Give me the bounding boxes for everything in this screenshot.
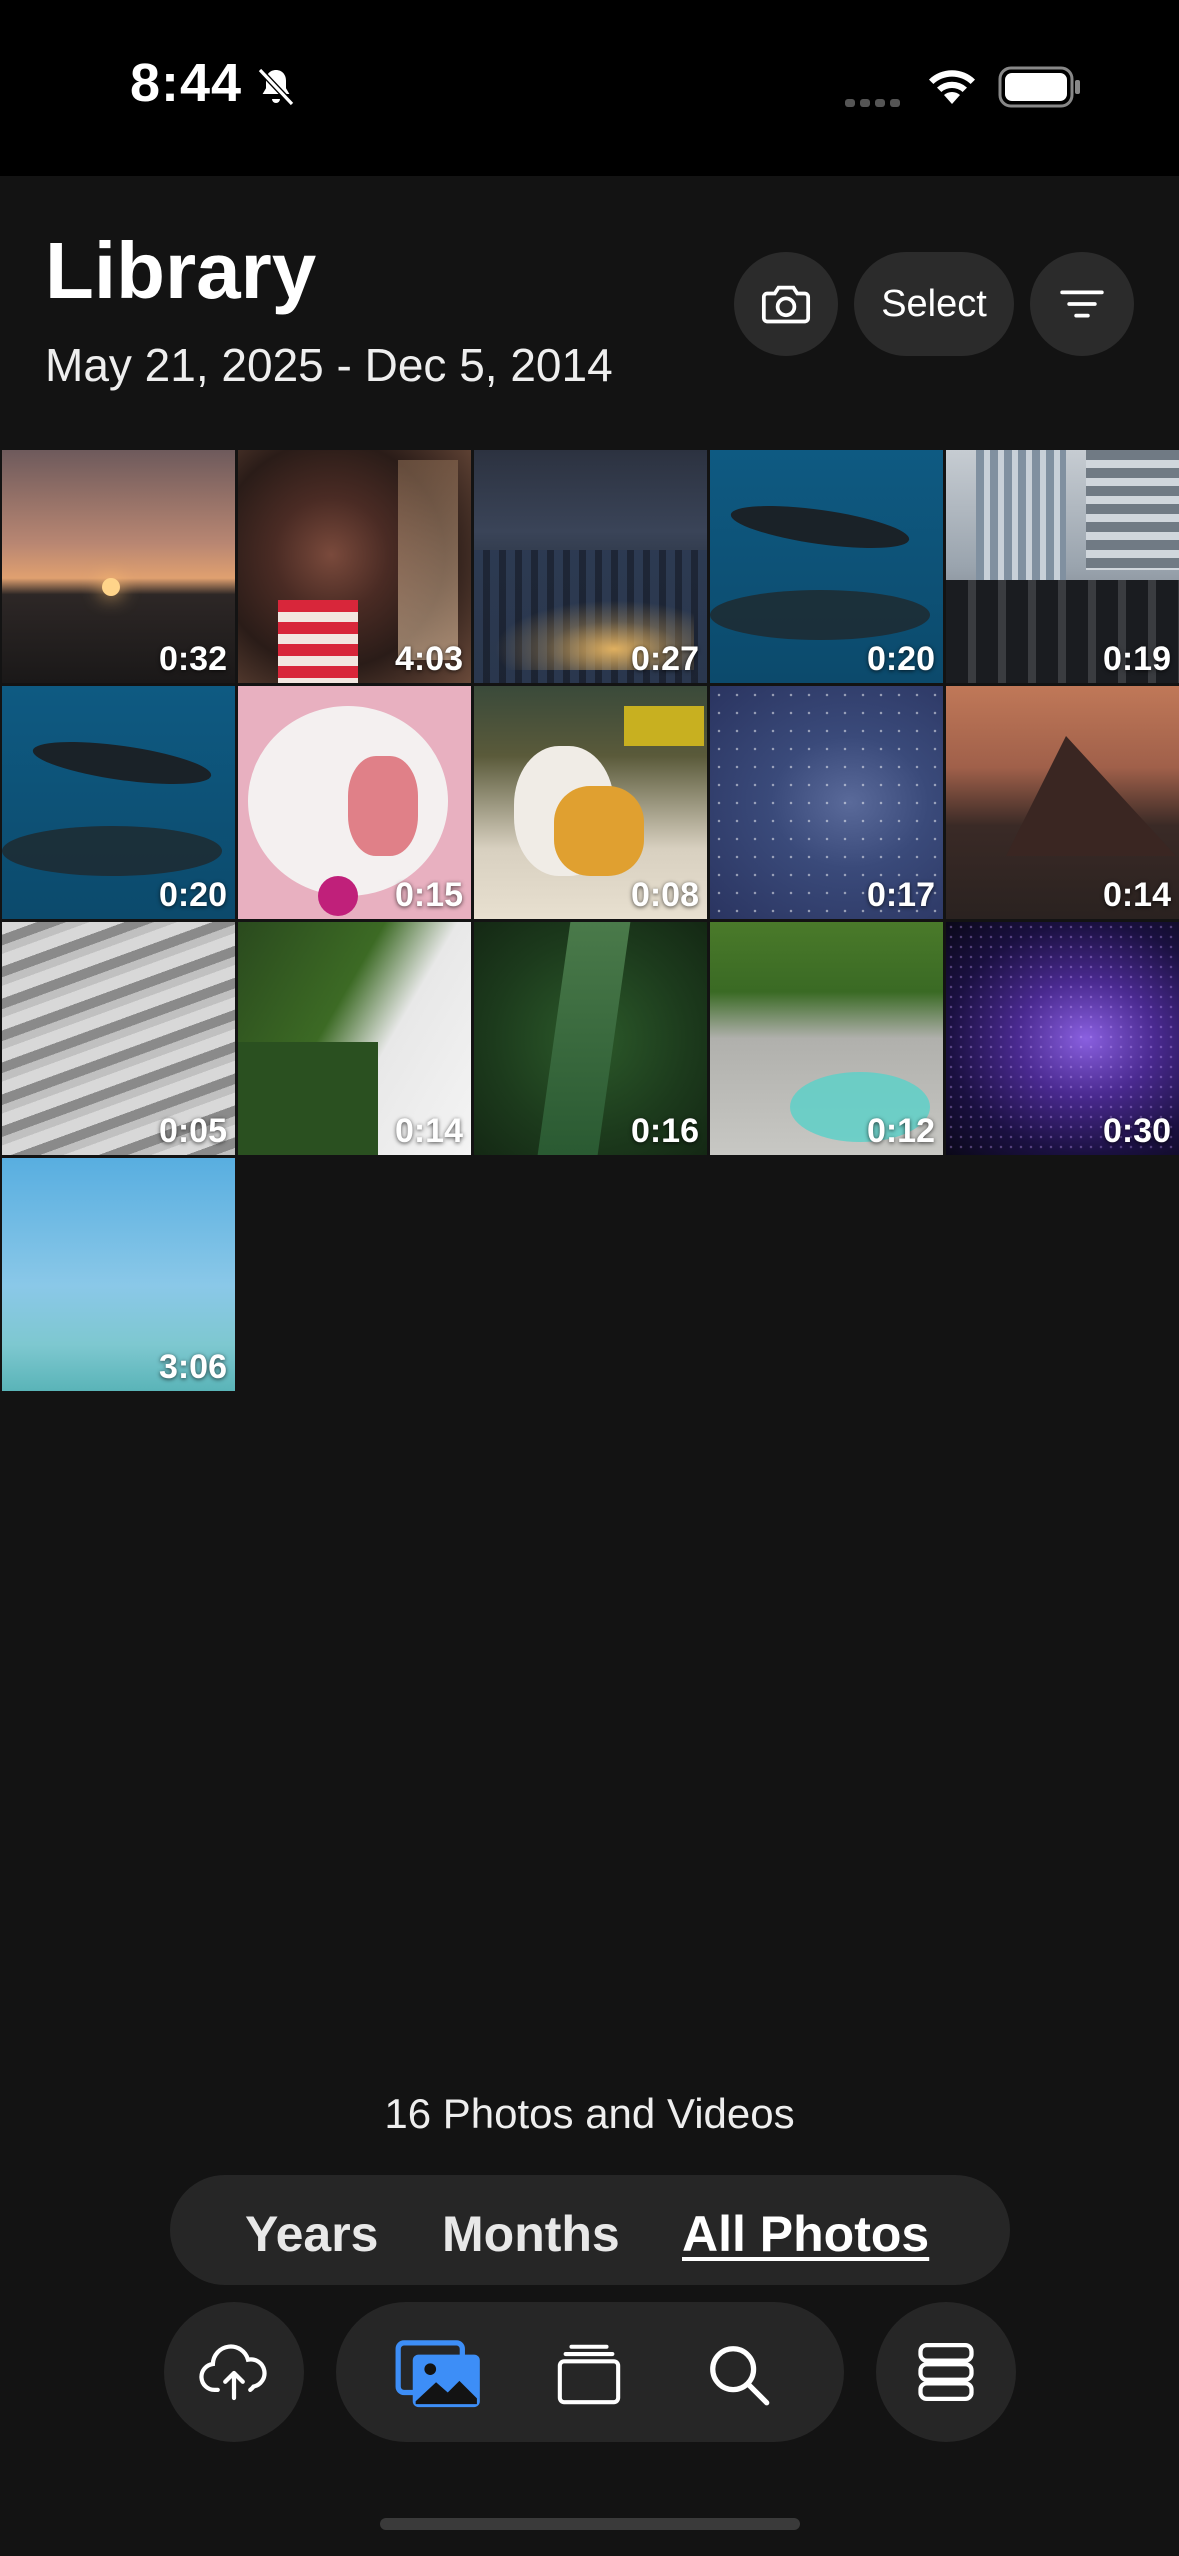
search-icon xyxy=(710,2346,770,2406)
video-duration: 0:20 xyxy=(866,640,935,678)
media-count: 16 Photos and Videos xyxy=(384,2090,795,2137)
home-indicator xyxy=(380,2518,800,2530)
silent-bell-icon xyxy=(252,64,300,117)
media-tile[interactable]: 0:20 xyxy=(2,686,235,919)
media-tile[interactable]: 4:03 xyxy=(238,450,471,683)
media-tile[interactable]: 0:14 xyxy=(238,922,471,1155)
photos-tab[interactable] xyxy=(394,2340,484,2415)
video-duration: 0:05 xyxy=(158,1112,227,1150)
video-duration: 0:27 xyxy=(630,640,699,678)
cellular-signal-icon xyxy=(845,96,905,114)
media-tile[interactable]: 0:27 xyxy=(474,450,707,683)
months-tab[interactable]: Months xyxy=(442,2205,620,2263)
video-duration: 0:16 xyxy=(630,1112,699,1150)
media-tile[interactable]: 0:32 xyxy=(2,450,235,683)
media-tile[interactable]: 0:17 xyxy=(710,686,943,919)
filter-button[interactable] xyxy=(1030,252,1134,356)
search-tab[interactable] xyxy=(704,2340,774,2415)
page-title: Library xyxy=(45,226,317,315)
view-switcher: Years Months All Photos xyxy=(170,2175,1010,2285)
video-duration: 0:32 xyxy=(158,640,227,678)
status-bar: 8:44 xyxy=(0,0,1179,176)
media-tile[interactable]: 0:14 xyxy=(946,686,1179,919)
media-tile[interactable]: 0:16 xyxy=(474,922,707,1155)
media-tile[interactable]: 0:30 xyxy=(946,922,1179,1155)
albums-tab[interactable] xyxy=(554,2340,624,2411)
wifi-icon xyxy=(924,64,980,113)
media-tile[interactable]: 0:12 xyxy=(710,922,943,1155)
filter-icon xyxy=(1060,290,1104,318)
media-tile[interactable]: 3:06 xyxy=(2,1158,235,1391)
media-tile[interactable]: 0:05 xyxy=(2,922,235,1155)
video-duration: 0:17 xyxy=(866,876,935,914)
media-tile[interactable]: 0:20 xyxy=(710,450,943,683)
status-time: 8:44 xyxy=(130,53,243,113)
video-duration: 0:14 xyxy=(1102,876,1171,914)
video-duration: 0:20 xyxy=(158,876,227,914)
video-duration: 3:06 xyxy=(158,1348,227,1386)
server-button[interactable] xyxy=(876,2302,1016,2442)
main-tabs xyxy=(336,2302,844,2442)
media-grid: 0:32 4:03 0:27 0:20 0:19 0:20 0:15 0:08 xyxy=(2,450,1179,1395)
server-icon xyxy=(918,2342,974,2402)
video-duration: 0:19 xyxy=(1102,640,1171,678)
media-tile[interactable]: 0:19 xyxy=(946,450,1179,683)
video-duration: 4:03 xyxy=(394,640,463,678)
battery-icon xyxy=(998,66,1082,113)
video-duration: 0:15 xyxy=(394,876,463,914)
years-tab[interactable]: Years xyxy=(245,2205,378,2263)
camera-icon xyxy=(761,285,811,324)
albums-icon xyxy=(557,2344,621,2405)
media-tile[interactable]: 0:15 xyxy=(238,686,471,919)
video-duration: 0:14 xyxy=(394,1112,463,1150)
video-duration: 0:30 xyxy=(1102,1112,1171,1150)
camera-button[interactable] xyxy=(734,252,838,356)
date-range: May 21, 2025 - Dec 5, 2014 xyxy=(45,339,613,391)
video-duration: 0:12 xyxy=(866,1112,935,1150)
all-photos-tab[interactable]: All Photos xyxy=(682,2205,929,2263)
cloud-upload-icon xyxy=(199,2344,267,2401)
photos-icon xyxy=(395,2340,480,2408)
video-duration: 0:08 xyxy=(630,876,699,914)
media-tile[interactable]: 0:08 xyxy=(474,686,707,919)
select-button[interactable]: Select xyxy=(854,252,1014,356)
upload-button[interactable] xyxy=(164,2302,304,2442)
